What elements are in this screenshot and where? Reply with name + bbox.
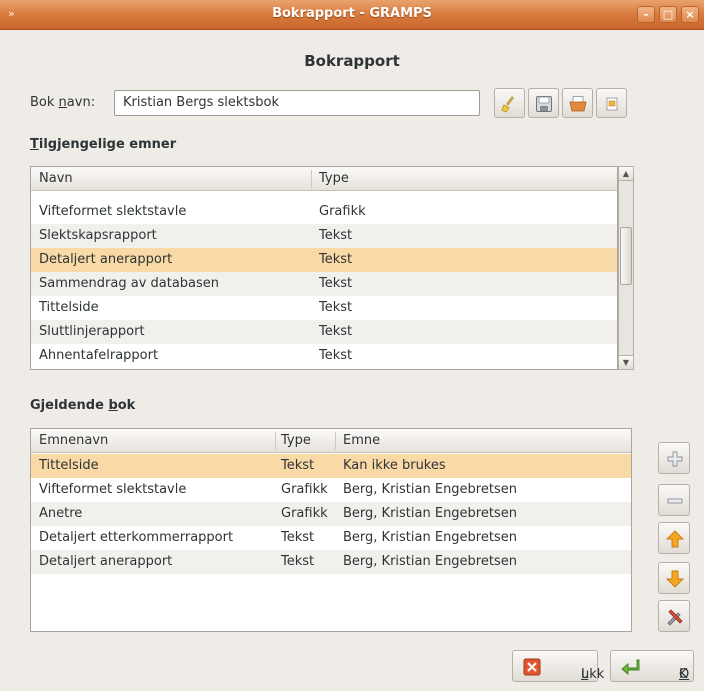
item-type: Tekst (281, 458, 315, 473)
save-icon (536, 96, 552, 112)
edit-books-icon (606, 97, 618, 111)
item-name: Vifteformet slektstavle (39, 204, 187, 219)
close-label-rest: ukk (581, 667, 605, 682)
item-name: Sluttlinjerapport (39, 324, 145, 339)
item-subject: Berg, Kristian Engebretsen (343, 530, 517, 545)
current-title-mnemonic: b (108, 398, 118, 413)
ok-label-rest: K (679, 667, 688, 682)
item-subject: Kan ikke brukes (343, 458, 446, 473)
list-item[interactable]: Slektskapsrapport Tekst (31, 224, 617, 248)
item-type: Tekst (319, 300, 353, 315)
edit-books-button[interactable] (596, 88, 627, 118)
move-down-icon (666, 570, 684, 588)
remove-icon (667, 498, 683, 504)
list-item[interactable]: Sammendrag av databasen Tekst (31, 272, 617, 296)
open-button[interactable] (562, 88, 593, 118)
column-header-type[interactable]: Type (281, 433, 311, 448)
available-list-scrollbar[interactable]: ▲ ▼ (618, 166, 634, 370)
book-name-label-part: avn: (66, 95, 96, 110)
book-name-label-part: Bok (30, 95, 59, 110)
item-type: Tekst (319, 252, 353, 267)
list-item[interactable]: Detaljert anerapport Tekst Berg, Kristia… (31, 550, 631, 574)
item-name: Tittelside (39, 300, 99, 315)
available-list-header: Navn Type (31, 167, 617, 191)
item-name: Tittelside (39, 458, 99, 473)
column-header-emnenavn[interactable]: Emnenavn (39, 433, 108, 448)
current-title-part: Gjeldende (30, 398, 109, 413)
scroll-up-icon[interactable]: ▲ (619, 167, 633, 181)
minimize-icon[interactable]: – (637, 6, 655, 23)
list-item[interactable]: Vifteformet slektstavle Grafikk Berg, Kr… (31, 478, 631, 502)
list-item[interactable]: Anetre Grafikk Berg, Kristian Engebretse… (31, 502, 631, 526)
item-type: Grafikk (281, 482, 328, 497)
window-titlebar[interactable]: » Bokrapport - GRAMPS – □ × (0, 0, 704, 30)
close-dialog-button[interactable]: Lukk (512, 650, 604, 682)
column-separator[interactable] (311, 170, 312, 188)
list-item-selected[interactable]: Detaljert anerapport Tekst (31, 248, 617, 272)
ok-button[interactable]: OK (610, 650, 694, 682)
column-separator[interactable] (275, 432, 276, 450)
window-title: Bokrapport - GRAMPS (272, 6, 432, 21)
item-type: Tekst (281, 554, 315, 569)
current-title-part: ok (117, 398, 136, 413)
save-button[interactable] (528, 88, 559, 118)
column-header-navn[interactable]: Navn (39, 171, 73, 186)
scrollbar-thumb[interactable] (620, 227, 632, 285)
item-type: Tekst (319, 348, 353, 363)
ok-enter-icon (621, 659, 640, 675)
add-icon (667, 451, 683, 467)
close-icon[interactable]: × (681, 6, 699, 23)
item-name: Vifteformet slektstavle (39, 482, 187, 497)
list-item[interactable]: Ahnentafelrapport Tekst (31, 344, 617, 368)
list-item[interactable]: Sluttlinjerapport Tekst (31, 320, 617, 344)
available-items-list[interactable]: Navn Type Vifteformet slektstavle Grafik… (30, 166, 618, 370)
list-item-selected[interactable]: Tittelside Tekst Kan ikke brukes (31, 454, 631, 478)
item-name: Sammendrag av databasen (39, 276, 220, 291)
available-title-rest: ilgjengelige emner (38, 137, 177, 152)
item-name: Detaljert anerapport (39, 252, 173, 267)
configure-icon (667, 609, 683, 626)
item-type: Tekst (319, 228, 353, 243)
item-type: Grafikk (319, 204, 366, 219)
clear-icon (501, 96, 514, 113)
item-name: Ahnentafelrapport (39, 348, 159, 363)
item-type: Tekst (319, 276, 353, 291)
item-subject: Berg, Kristian Engebretsen (343, 506, 517, 521)
item-type: Tekst (319, 324, 353, 339)
list-item[interactable]: Tittelside Tekst (31, 296, 617, 320)
item-subject: Berg, Kristian Engebretsen (343, 554, 517, 569)
move-down-button[interactable] (658, 562, 690, 594)
current-book-title: Gjeldende bok (30, 398, 135, 413)
add-item-button[interactable] (658, 442, 690, 474)
list-item[interactable]: Detaljert etterkommerrapport Tekst Berg,… (31, 526, 631, 550)
column-header-type[interactable]: Type (319, 171, 349, 186)
book-name-mnemonic: n (58, 95, 67, 110)
book-name-input[interactable]: Kristian Bergs slektsbok (114, 90, 480, 116)
scroll-down-icon[interactable]: ▼ (619, 355, 633, 369)
clear-button[interactable] (494, 88, 525, 118)
dialog-heading: Bokrapport (304, 52, 400, 70)
maximize-icon[interactable]: □ (659, 6, 677, 23)
current-list-header: Emnenavn Type Emne (31, 429, 631, 453)
column-separator[interactable] (335, 432, 336, 450)
current-book-list[interactable]: Emnenavn Type Emne Tittelside Tekst Kan … (30, 428, 632, 632)
move-up-icon (666, 530, 684, 548)
available-items-title: Tilgjengelige emner (30, 137, 176, 152)
list-item[interactable]: Vifteformet slektstavle Grafikk (31, 200, 617, 224)
configure-button[interactable] (658, 600, 690, 632)
move-up-button[interactable] (658, 522, 690, 554)
column-header-emne[interactable]: Emne (343, 433, 380, 448)
available-title-mnemonic: T (30, 137, 39, 152)
item-subject: Berg, Kristian Engebretsen (343, 482, 517, 497)
close-x-icon (523, 658, 541, 676)
item-name: Detaljert anerapport (39, 554, 173, 569)
remove-item-button[interactable] (658, 484, 690, 516)
open-icon (569, 96, 587, 112)
item-name: Anetre (39, 506, 83, 521)
item-type: Tekst (281, 530, 315, 545)
book-name-label: Bok navn: (30, 95, 95, 110)
item-type: Grafikk (281, 506, 328, 521)
item-name: Detaljert etterkommerrapport (39, 530, 234, 545)
item-name: Slektskapsrapport (39, 228, 157, 243)
